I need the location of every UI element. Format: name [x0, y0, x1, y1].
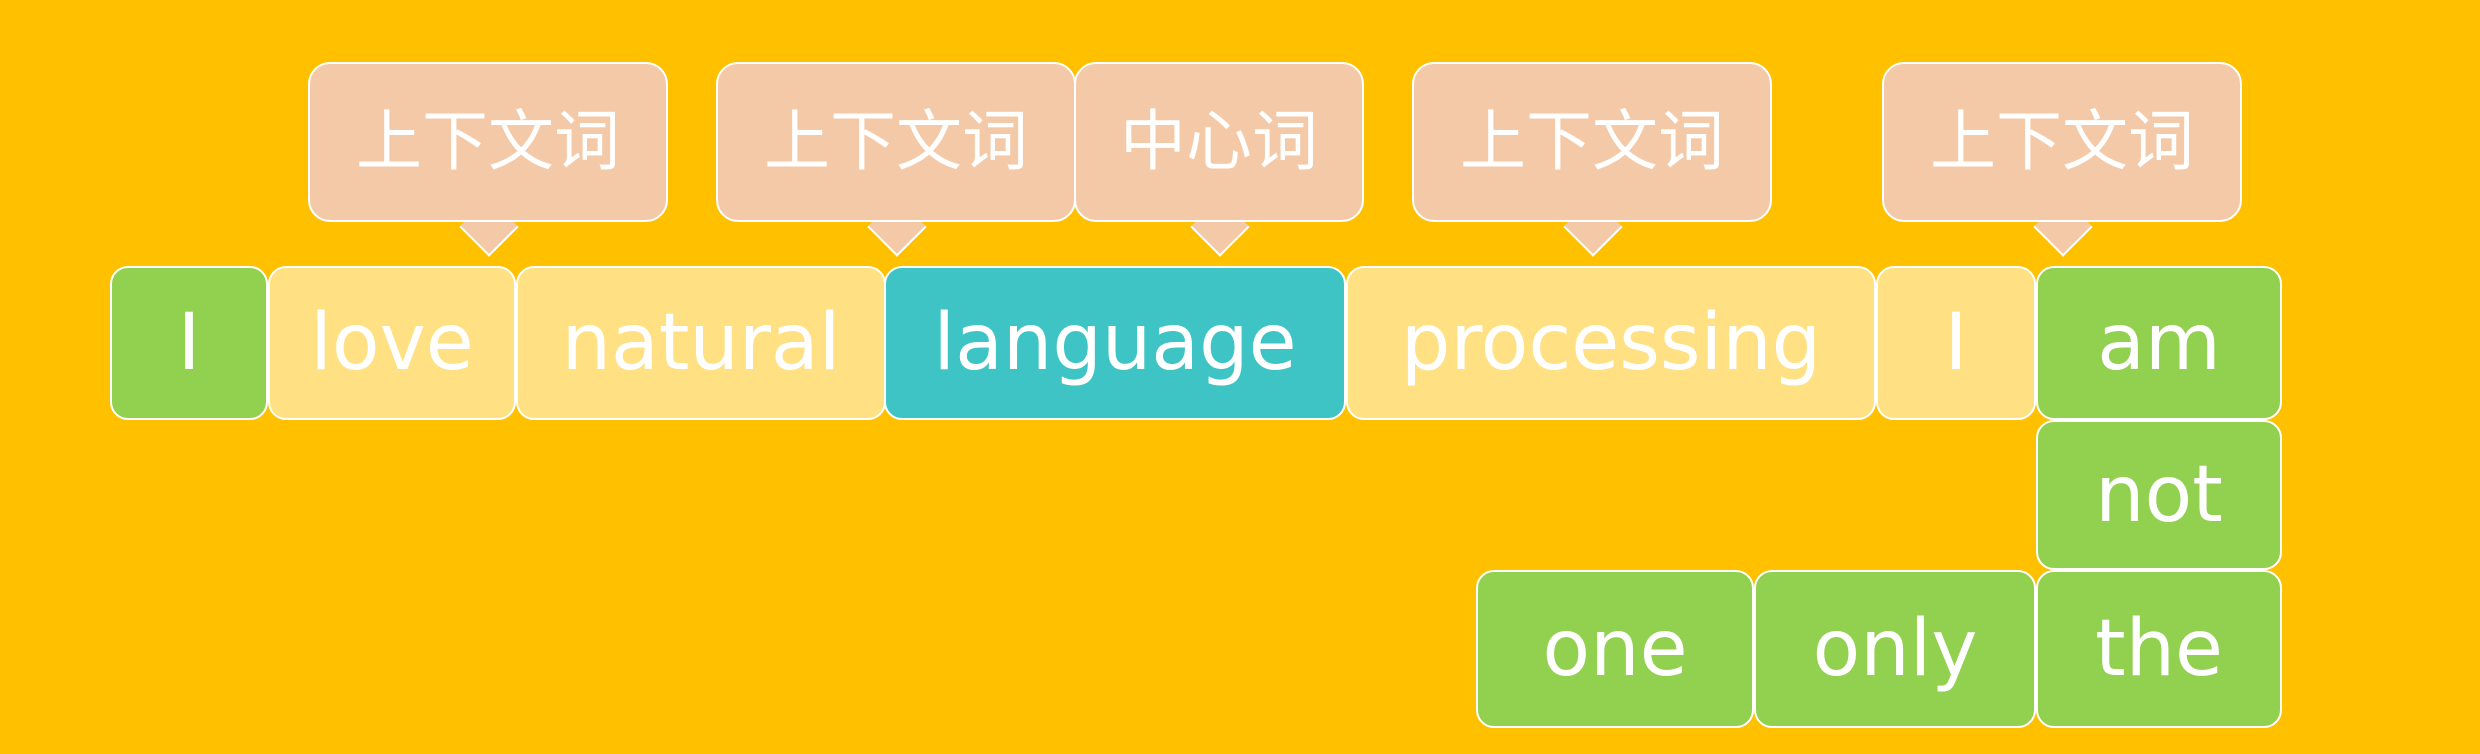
callout-label: 上下文词 [764, 103, 1028, 180]
word-token-one: one [1476, 570, 1754, 728]
word-token-only: only [1754, 570, 2036, 728]
word-token-i: I [110, 266, 268, 420]
word-token-am: am [2036, 266, 2282, 420]
context-callout-3: 上下文词 [1412, 62, 1772, 222]
callout-label: 中心词 [1120, 103, 1318, 180]
context-callout-1: 上下文词 [308, 62, 668, 222]
context-callout-2: 上下文词 [716, 62, 1076, 222]
word-token-the: the [2036, 570, 2282, 728]
word-token-natural: natural [516, 266, 886, 420]
word-token-not: not [2036, 420, 2282, 570]
callout-label: 上下文词 [356, 103, 620, 180]
word-token-i-2: I [1876, 266, 2036, 420]
context-callout-4: 上下文词 [1882, 62, 2242, 222]
word-token-processing: processing [1346, 266, 1876, 420]
word-token-language: language [884, 266, 1346, 420]
center-callout: 中心词 [1074, 62, 1364, 222]
callout-label: 上下文词 [1460, 103, 1724, 180]
callout-label: 上下文词 [1930, 103, 2194, 180]
word-token-love: love [268, 266, 516, 420]
